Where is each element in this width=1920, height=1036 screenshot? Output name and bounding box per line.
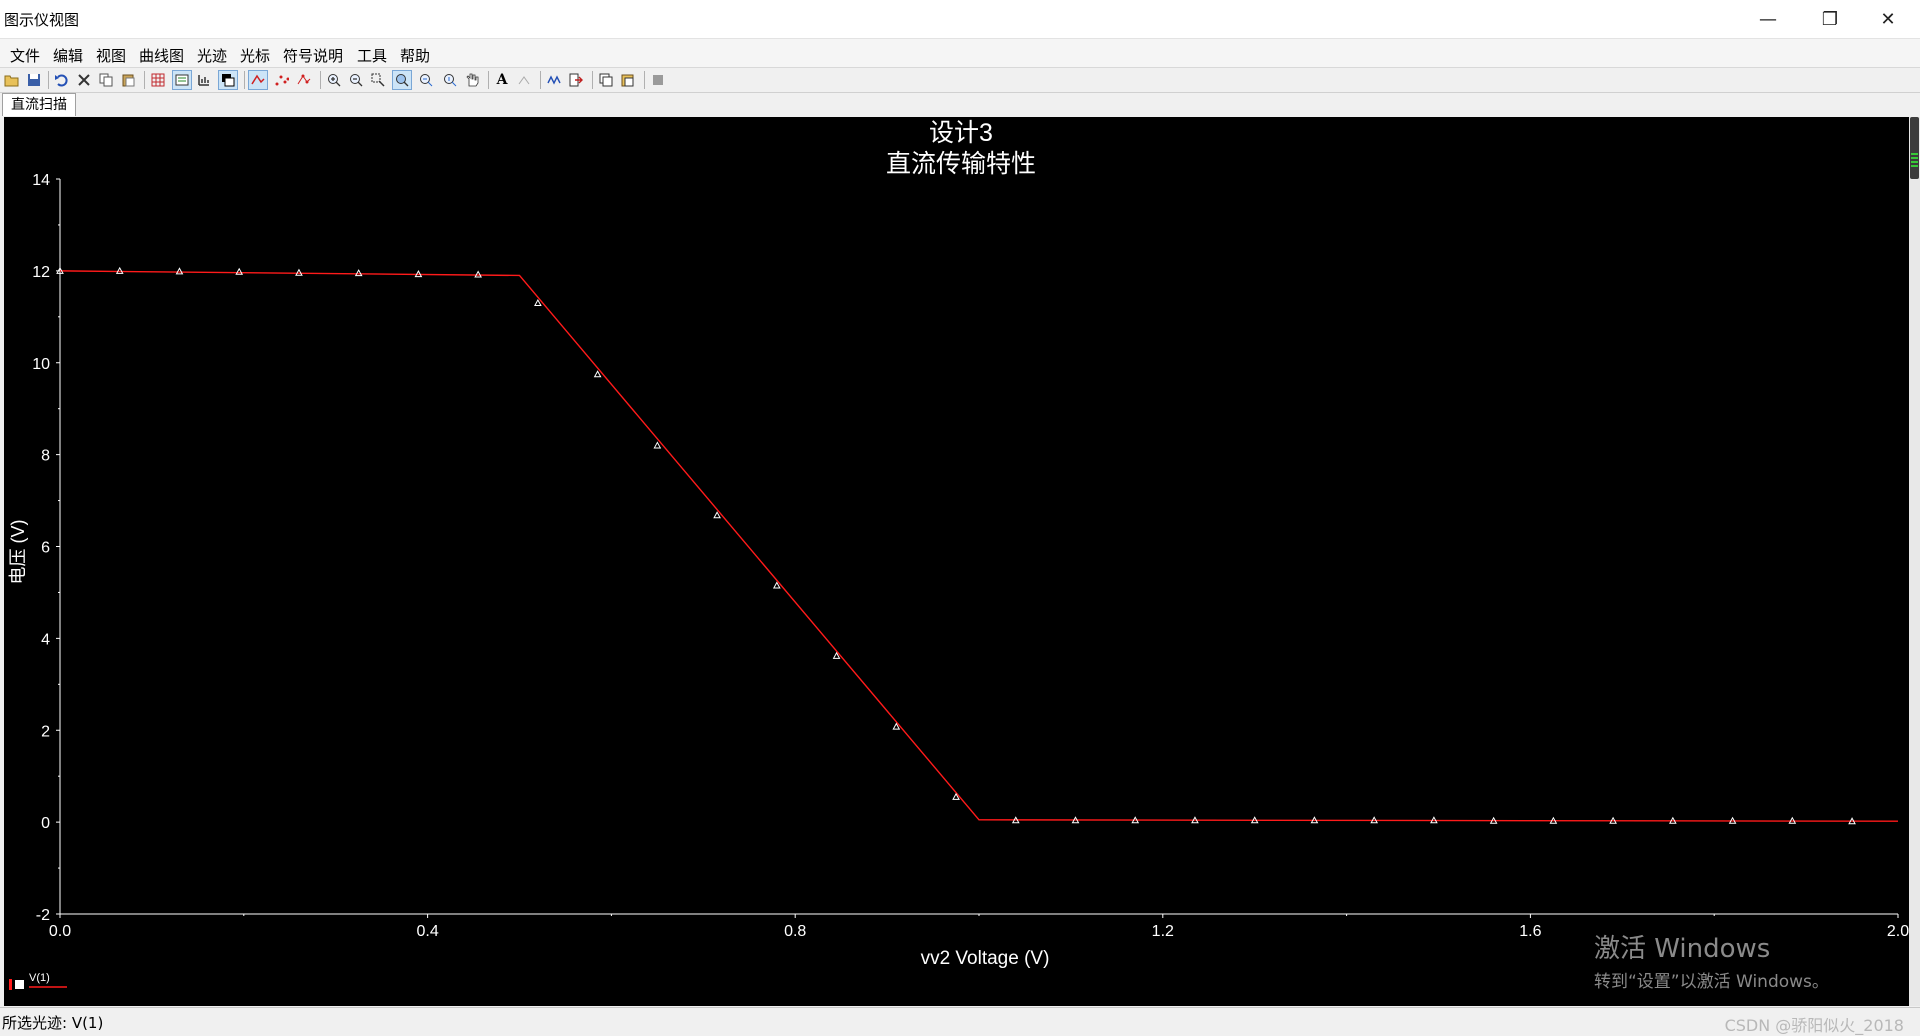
zoom-full-icon[interactable]: [392, 70, 412, 90]
x-tick-label: 1.6: [1519, 923, 1541, 940]
tab-dc-sweep[interactable]: 直流扫描: [2, 93, 76, 116]
menu-bar: 文件 编辑 视图 曲线图 光迹 光标 符号说明 工具 帮助: [0, 39, 1920, 68]
y-tick-label: 12: [32, 264, 50, 281]
minimize-icon: —: [1759, 8, 1777, 30]
y-tick-label: 4: [41, 631, 50, 648]
text-icon[interactable]: A: [492, 70, 512, 90]
save-icon[interactable]: [24, 70, 44, 90]
data-point-marker: [354, 269, 363, 277]
status-bar: 所选光迹: V(1) CSDN @骄阳似火_2018: [0, 1007, 1920, 1035]
grapher-plot-area[interactable]: 设计3 直流传输特性 vv2 Voltage (V) 电压 (V) -2 0 2 4 6…: [4, 117, 1909, 1006]
paste-icon[interactable]: [118, 70, 138, 90]
scroll-grip: [1911, 165, 1918, 167]
zoom-x-icon[interactable]: [416, 70, 436, 90]
chart-xlabel: vv2 Voltage (V): [921, 948, 1050, 969]
zoom-y-icon[interactable]: [440, 70, 460, 90]
dots-icon[interactable]: [272, 70, 292, 90]
export-icon[interactable]: [566, 70, 586, 90]
cut-icon[interactable]: [74, 70, 94, 90]
scroll-grip: [1911, 157, 1918, 159]
menu-view[interactable]: 视图: [94, 45, 128, 66]
menu-legend[interactable]: 符号说明: [281, 45, 345, 66]
data-point-marker: [474, 270, 482, 278]
stop-icon[interactable]: [648, 70, 668, 90]
y-tick-label: 14: [32, 172, 50, 189]
axes-layer: -2 0 2 4 6 8 10 12 14 0.0 0.4 0.8 1.2 1.6 2.0: [32, 172, 1909, 940]
open-icon[interactable]: [2, 70, 22, 90]
data-point-marker: [534, 298, 542, 307]
menu-help[interactable]: 帮助: [398, 45, 432, 66]
legend-checkbox[interactable]: [15, 980, 24, 989]
copy-graph-icon[interactable]: [596, 70, 616, 90]
label-icon[interactable]: [514, 70, 534, 90]
grid-icon[interactable]: [148, 70, 168, 90]
data-point-marker: [235, 267, 244, 275]
chart-subtitle: 直流传输特性: [886, 150, 1036, 178]
reverse-colors-icon[interactable]: [218, 70, 238, 90]
restore-icon: ❐: [1821, 8, 1839, 30]
zoom-in-icon[interactable]: [324, 70, 344, 90]
chart-title: 设计3: [929, 119, 993, 147]
data-point-marker: [593, 370, 602, 378]
window-title: 图示仪视图: [4, 11, 80, 29]
scroll-grip: [1911, 161, 1918, 163]
zoom-area-icon[interactable]: [368, 70, 388, 90]
data-point-marker: [115, 266, 124, 274]
data-point-marker: [653, 441, 662, 449]
minimize-button[interactable]: —: [1740, 0, 1796, 38]
trace-icon[interactable]: [544, 70, 564, 90]
tab-bar: 直流扫描: [0, 93, 1920, 117]
y-tick-label: 10: [32, 356, 50, 373]
copy-icon[interactable]: [96, 70, 116, 90]
scroll-grip: [1911, 153, 1918, 155]
csdn-watermark: CSDN @骄阳似火_2018: [1724, 1016, 1904, 1035]
legend-label: V(1): [29, 972, 50, 984]
y-tick-label: 2: [41, 723, 50, 740]
x-tick-label: 0.8: [784, 923, 806, 940]
window-titlebar: 图示仪视图 — ❐ ✕: [0, 0, 1920, 39]
windows-activation-watermark: 激活 Windows 转到“设置”以激活 Windows。: [1594, 928, 1829, 992]
legend-icon[interactable]: [172, 70, 192, 90]
line-icon[interactable]: [248, 70, 268, 90]
scroll-thumb[interactable]: [1910, 117, 1919, 179]
close-button[interactable]: ✕: [1860, 0, 1916, 38]
menu-tools[interactable]: 工具: [355, 45, 389, 66]
pan-icon[interactable]: [462, 70, 482, 90]
line-dots-icon[interactable]: [294, 70, 314, 90]
toolbar: A: [0, 68, 1920, 93]
status-selected-trace: 所选光迹: V(1): [2, 1014, 104, 1032]
series-line: [59, 270, 1899, 822]
x-tick-label: 0.4: [416, 923, 438, 940]
y-tick-label: 6: [41, 540, 50, 557]
zoom-out-icon[interactable]: [346, 70, 366, 90]
trace-layer: [56, 266, 1899, 825]
menu-graph[interactable]: 曲线图: [137, 45, 186, 66]
menu-edit[interactable]: 编辑: [51, 45, 85, 66]
data-point-marker: [175, 267, 184, 275]
vertical-scrollbar[interactable]: [1909, 117, 1920, 1006]
x-tick-label: 1.2: [1152, 923, 1174, 940]
activation-line2: 转到“设置”以激活 Windows。: [1594, 972, 1829, 992]
menu-cursor[interactable]: 光标: [238, 45, 272, 66]
activation-line1: 激活 Windows: [1594, 934, 1771, 964]
chart-ylabel: 电压 (V): [8, 520, 28, 585]
menu-trace[interactable]: 光迹: [195, 45, 229, 66]
data-point-marker: [295, 268, 303, 276]
close-icon: ✕: [1880, 8, 1896, 30]
y-tick-label: 0: [41, 815, 50, 832]
paste-graph-icon[interactable]: [618, 70, 638, 90]
legend-marker: [9, 979, 12, 990]
y-tick-label: 8: [41, 448, 50, 465]
x-tick-label: 2.0: [1887, 923, 1909, 940]
undo-icon[interactable]: [52, 70, 72, 90]
restore-button[interactable]: ❐: [1802, 0, 1858, 38]
select-mark-icon[interactable]: [194, 70, 214, 90]
x-tick-label: 0.0: [49, 923, 71, 940]
chart-svg: 设计3 直流传输特性 vv2 Voltage (V) 电压 (V) -2 0 2 4 6…: [8, 119, 1909, 990]
y-tick-label: -2: [36, 907, 50, 924]
menu-file[interactable]: 文件: [8, 45, 42, 66]
